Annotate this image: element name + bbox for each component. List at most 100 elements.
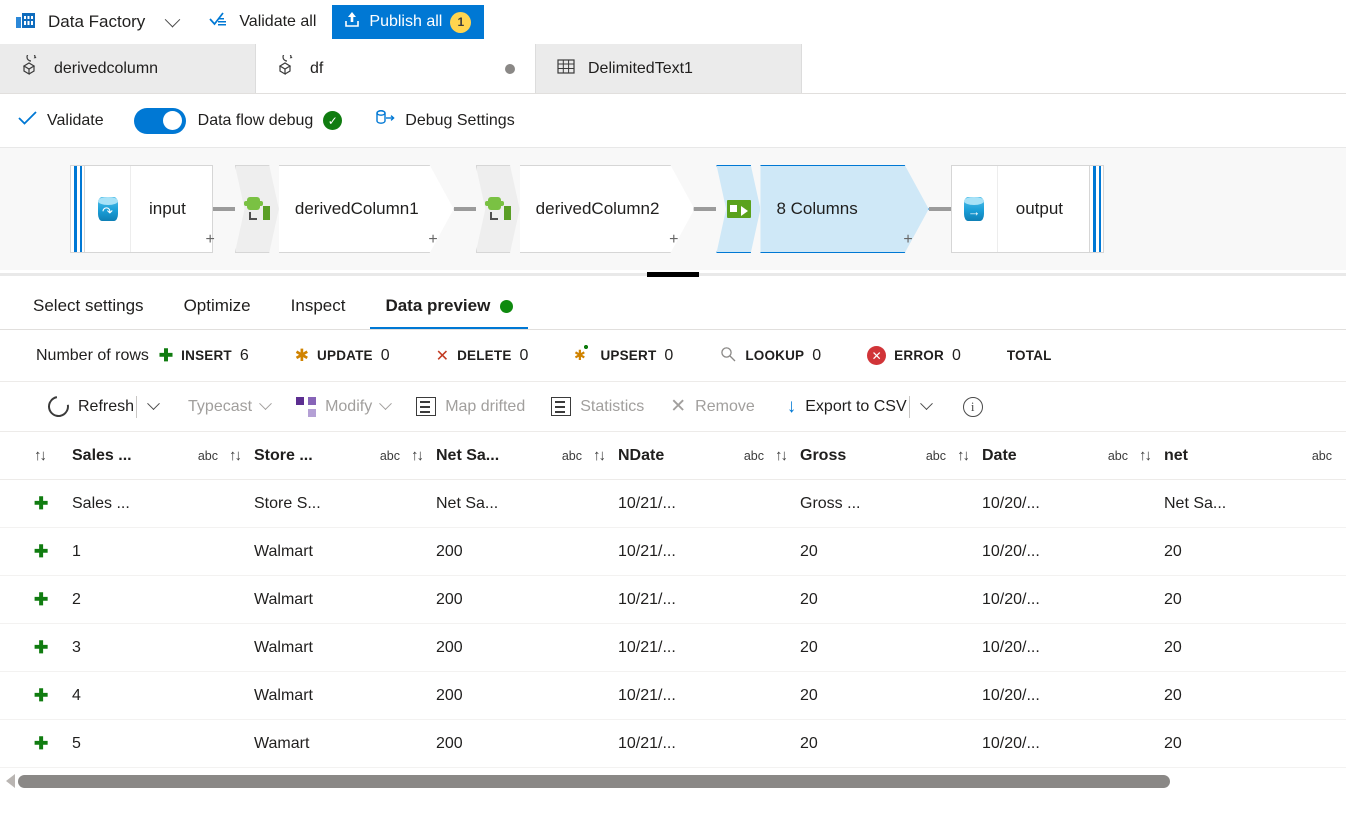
grid-column-header[interactable]: NDate abc ↑↓ (618, 447, 800, 465)
tab-delimitedtext1[interactable]: DelimitedText1 (536, 44, 802, 93)
stat-value: 0 (664, 346, 674, 364)
row-add-icon[interactable]: ✚ (34, 542, 72, 562)
grid-column-header[interactable]: Gross abc ↑↓ (800, 447, 982, 465)
map-drifted-button[interactable]: Map drifted (416, 397, 525, 416)
table-row[interactable]: ✚ 1 Walmart 200 10/21/... 20 10/20/... 2… (0, 528, 1346, 576)
sort-icon[interactable]: ↑↓ (1139, 447, 1152, 464)
tab-data-preview[interactable]: Data preview (370, 296, 529, 329)
export-to-csv-button[interactable]: ↓ Export to CSV (787, 397, 907, 416)
table-cell: 10/21/... (618, 542, 676, 560)
validate-button[interactable]: Validate (18, 110, 104, 131)
sort-icon[interactable]: ↑↓ (411, 447, 424, 464)
table-cell: 10/21/... (618, 686, 676, 704)
table-cell: 20 (1164, 638, 1182, 656)
brand-chevron-down-icon[interactable] (157, 7, 187, 37)
scroll-left-icon[interactable] (6, 774, 15, 788)
modify-chevron-down-icon[interactable] (379, 397, 393, 411)
sort-all-icon[interactable]: ↑↓ (34, 447, 72, 464)
row-add-icon[interactable]: ✚ (34, 638, 72, 658)
table-row[interactable]: ✚ Sales ... Store S... Net Sa... 10/21/.… (0, 480, 1346, 528)
transform-node-derivedcolumn1[interactable]: derivedColumn1 + (234, 165, 454, 253)
add-branch-button[interactable]: + (903, 231, 912, 249)
validate-all-button[interactable]: Validate all (209, 10, 316, 34)
tab-select-settings[interactable]: Select settings (18, 296, 159, 329)
sort-icon[interactable]: ↑↓ (593, 447, 606, 464)
sink-label: output (1015, 199, 1063, 218)
sink-node[interactable]: output → (950, 165, 1104, 253)
column-type-label: abc (925, 448, 946, 463)
stat-value: 0 (380, 346, 390, 364)
table-cell: 10/21/... (618, 494, 676, 512)
column-name: Sales ... (72, 446, 132, 464)
sort-icon[interactable]: ↑↓ (957, 447, 970, 464)
table-cell: 10/21/... (618, 590, 676, 608)
tab-derivedcolumn[interactable]: derivedcolumn (0, 44, 256, 93)
source-node[interactable]: ↷ input + (70, 165, 215, 253)
asterisk-plus-icon: ✱ (574, 344, 592, 367)
grid-column-header[interactable]: net abc (1164, 447, 1346, 465)
grid-horizontal-scrollbar[interactable] (0, 768, 1346, 794)
map-drifted-icon (416, 397, 437, 416)
upload-icon (343, 10, 361, 34)
scrollbar-thumb[interactable] (18, 774, 1170, 788)
refresh-button[interactable]: Refresh (43, 391, 134, 422)
table-row[interactable]: ✚ 4 Walmart 200 10/21/... 20 10/20/... 2… (0, 672, 1346, 720)
magnifier-icon (719, 345, 737, 367)
tab-label: Select settings (33, 296, 144, 315)
row-add-icon[interactable]: ✚ (34, 494, 72, 514)
transform-node-select-8-columns[interactable]: 8 Columns + (716, 165, 928, 253)
tab-optimize[interactable]: Optimize (169, 296, 266, 329)
sort-icon[interactable]: ↑↓ (775, 447, 788, 464)
debug-settings-button[interactable]: Debug Settings (374, 107, 515, 134)
table-cell: Gross ... (800, 494, 861, 512)
table-cell: 20 (800, 638, 818, 656)
tab-inspect[interactable]: Inspect (276, 296, 361, 329)
publish-all-button[interactable]: Publish all 1 (332, 5, 485, 39)
table-row[interactable]: ✚ 5 Wamart 200 10/21/... 20 10/20/... 20 (0, 720, 1346, 768)
publish-all-label: Publish all (369, 13, 443, 30)
editor-tab-strip: derivedcolumn df DelimitedText1 (0, 44, 1346, 94)
add-branch-button[interactable]: + (206, 231, 215, 249)
typecast-button[interactable]: Typecast (188, 397, 272, 416)
grid-column-header[interactable]: Date abc ↑↓ (982, 447, 1164, 465)
scrollbar-track[interactable] (18, 774, 1340, 788)
tab-df[interactable]: df (256, 44, 536, 93)
modify-button[interactable]: Modify (296, 396, 393, 417)
toolbar-divider (908, 395, 910, 418)
splitter-grip[interactable] (647, 272, 699, 277)
row-add-icon[interactable]: ✚ (34, 590, 72, 610)
row-add-icon[interactable]: ✚ (34, 734, 72, 754)
table-cell: 10/20/... (982, 542, 1040, 560)
refresh-chevron-down-icon[interactable] (147, 397, 160, 411)
info-icon[interactable]: i (962, 396, 983, 417)
success-check-icon: ✓ (323, 111, 343, 130)
debug-settings-icon (374, 107, 396, 134)
debug-settings-label: Debug Settings (405, 111, 515, 129)
transform-node-derivedcolumn2[interactable]: derivedColumn2 + (475, 165, 695, 253)
canvas-panel-splitter[interactable] (0, 270, 1346, 278)
tab-label: Data preview (385, 296, 491, 315)
grid-column-header[interactable]: Store ... abc ↑↓ (254, 447, 436, 465)
export-chevron-down-icon[interactable] (919, 397, 933, 411)
modify-label: Modify (325, 397, 373, 415)
add-branch-button[interactable]: + (669, 231, 678, 249)
table-cell: 200 (436, 542, 463, 560)
grid-header-row: ↑↓ Sales ... abc ↑↓ Store ... abc ↑↓ Net S… (0, 432, 1346, 480)
statistics-button[interactable]: Statistics (551, 397, 644, 416)
table-row[interactable]: ✚ 2 Walmart 200 10/21/... 20 10/20/... 2… (0, 576, 1346, 624)
typecast-chevron-down-icon[interactable] (259, 397, 272, 411)
table-row[interactable]: ✚ 3 Walmart 200 10/21/... 20 10/20/... 2… (0, 624, 1346, 672)
data-flow-canvas[interactable]: ↷ input + derivedColumn1 + derivedColumn… (0, 148, 1346, 270)
grid-column-header[interactable]: Sales ... abc ↑↓ (72, 447, 254, 465)
table-cell: Store S... (254, 494, 321, 512)
column-name: Gross (800, 446, 847, 464)
remove-button[interactable]: ✕ Remove (670, 395, 755, 418)
grid-column-header[interactable]: Net Sa... abc ↑↓ (436, 447, 618, 465)
factory-icon (14, 8, 38, 37)
table-cell: Net Sa... (436, 494, 499, 512)
sort-icon[interactable]: ↑↓ (229, 447, 242, 464)
row-add-icon[interactable]: ✚ (34, 686, 72, 706)
add-branch-button[interactable]: + (428, 231, 437, 249)
data-flow-debug-toggle[interactable] (133, 107, 186, 134)
derived-column-icon (475, 165, 520, 253)
